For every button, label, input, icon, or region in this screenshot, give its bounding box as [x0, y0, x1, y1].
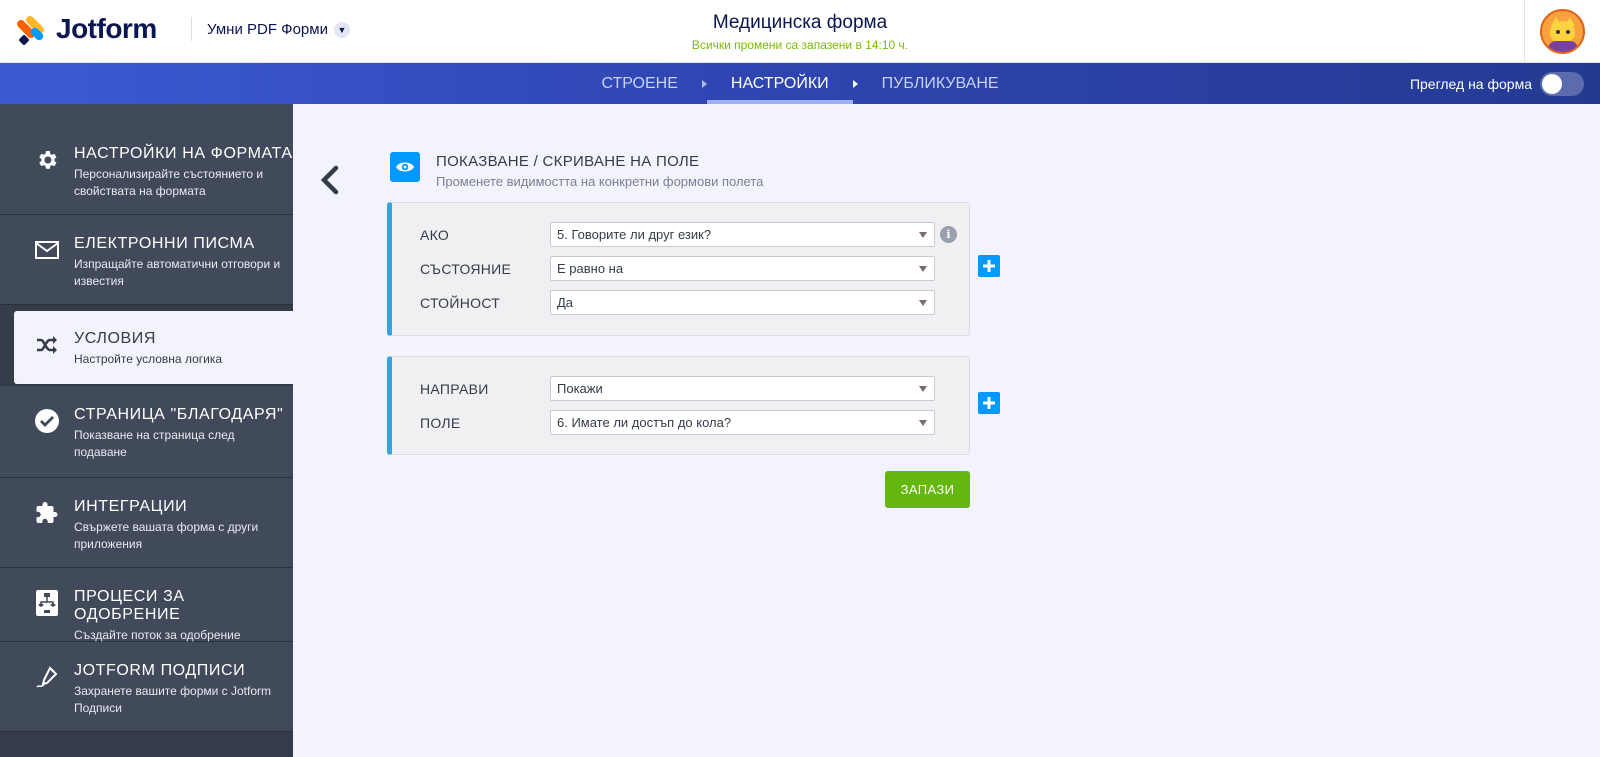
info-icon[interactable]: i — [940, 226, 957, 243]
sidebar-item-title: ЕЛЕКТРОННИ ПИСМА — [74, 235, 255, 252]
caret-down-icon — [919, 266, 927, 272]
value-value: Да — [557, 295, 574, 310]
if-field-select[interactable]: 5. Говорите ли друг език? — [550, 222, 935, 247]
add-condition-button[interactable] — [978, 255, 1000, 277]
sidebar-item-desc: Захранете вашите форми с Jotform Подписи — [74, 684, 272, 715]
sidebar-item-desc: Изпращайте автоматични отговори и извест… — [74, 257, 281, 288]
do-row: НАПРАВИ Покажи — [420, 376, 935, 401]
add-action-button[interactable] — [978, 392, 1000, 414]
sidebar-item-desc: Свържете вашата форма с други приложения — [74, 520, 259, 551]
do-label: НАПРАВИ — [420, 380, 489, 397]
condition-title: ПОКАЗВАНЕ / СКРИВАНЕ НА ПОЛЕ — [436, 153, 700, 170]
condition-desc: Променете видимостта на конкретни формов… — [436, 174, 764, 189]
sidebar-item-conditions[interactable]: УСЛОВИЯ Настройте условна логика — [14, 311, 293, 384]
if-row: АКО 5. Говорите ли друг език? — [420, 222, 935, 247]
if-label: АКО — [420, 226, 450, 243]
check-circle-icon — [32, 406, 62, 436]
state-label: СЪСТОЯНИЕ — [420, 260, 512, 277]
save-button[interactable]: ЗАПАЗИ — [885, 471, 970, 508]
sidebar-item-jotform-sign[interactable]: JOTFORM ПОДПИСИ Захранете вашите форми с… — [0, 642, 293, 732]
value-row: СТОЙНОСТ Да — [420, 290, 935, 315]
tab-publish[interactable]: ПУБЛИКУВАНЕ — [858, 63, 1023, 104]
plus-icon — [983, 260, 995, 272]
puzzle-icon — [32, 498, 62, 528]
target-field-value: 6. Имате ли достъп до кола? — [557, 415, 732, 430]
sidebar-item-approval-flows[interactable]: ПРОЦЕСИ ЗА ОДОБРЕНИЕ Създайте поток за о… — [0, 568, 293, 642]
envelope-icon — [32, 235, 62, 265]
state-row: СЪСТОЯНИЕ Е равно на — [420, 256, 935, 281]
do-action-value: Покажи — [557, 381, 603, 396]
do-action-select[interactable]: Покажи — [550, 376, 935, 401]
caret-down-icon — [919, 300, 927, 306]
state-select[interactable]: Е равно на — [550, 256, 935, 281]
avatar[interactable] — [1540, 9, 1585, 54]
do-block: НАПРАВИ Покажи ПОЛЕ 6. Имате ли достъп д… — [387, 356, 970, 455]
sidebar-item-title: JOTFORM ПОДПИСИ — [74, 662, 246, 679]
pen-icon — [32, 662, 62, 692]
gear-icon — [32, 145, 62, 175]
sidebar-item-title: ИНТЕГРАЦИИ — [74, 498, 188, 515]
preview-switch[interactable] — [1540, 72, 1584, 96]
state-value: Е равно на — [557, 261, 624, 276]
settings-sidebar: НАСТРОЙКИ НА ФОРМАТА Персонализирайте съ… — [0, 104, 293, 757]
value-label: СТОЙНОСТ — [420, 294, 501, 311]
condition-header: ПОКАЗВАНЕ / СКРИВАНЕ НА ПОЛЕ Променете в… — [390, 152, 763, 189]
sidebar-item-title: УСЛОВИЯ — [74, 330, 157, 347]
value-select[interactable]: Да — [550, 290, 935, 315]
sidebar-item-emails[interactable]: ЕЛЕКТРОННИ ПИСМА Изпращайте автоматични … — [0, 215, 293, 305]
field-label: ПОЛЕ — [420, 414, 461, 431]
sidebar-item-title: ПРОЦЕСИ ЗА ОДОБРЕНИЕ — [74, 588, 185, 623]
sidebar-item-thank-you-page[interactable]: СТРАНИЦА "БЛАГОДАРЯ" Показване на страни… — [0, 386, 293, 478]
preview-label: Преглед на форма — [1409, 76, 1532, 92]
save-status: Всички промени са запазени в 14:10 ч. — [691, 38, 909, 52]
sidebar-item-integrations[interactable]: ИНТЕГРАЦИИ Свържете вашата форма с други… — [0, 478, 293, 568]
top-header: Jotform Умни PDF Форми ▼ Медицинска форм… — [0, 0, 1600, 63]
caret-down-icon — [919, 386, 927, 392]
sidebar-item-title: СТРАНИЦА "БЛАГОДАРЯ" — [74, 406, 284, 423]
if-block: АКО 5. Говорите ли друг език? СЪСТОЯНИЕ … — [387, 202, 970, 336]
if-field-value: 5. Говорите ли друг език? — [557, 227, 712, 242]
tab-build[interactable]: СТРОЕНЕ — [577, 63, 701, 104]
sidebar-item-desc: Показване на страница след подаване — [74, 428, 235, 459]
builder-navbar: СТРОЕНЕ НАСТРОЙКИ ПУБЛИКУВАНЕ Преглед на… — [0, 63, 1600, 104]
plus-icon — [983, 397, 995, 409]
user-menu[interactable] — [1524, 0, 1600, 63]
caret-down-icon — [919, 420, 927, 426]
sidebar-item-desc: Настройте условна логика — [74, 352, 223, 366]
back-button[interactable] — [316, 160, 344, 200]
field-row: ПОЛЕ 6. Имате ли достъп до кола? — [420, 410, 935, 435]
sidebar-item-desc: Персонализирайте състоянието и свойстват… — [74, 167, 264, 198]
shuffle-icon — [32, 330, 62, 360]
form-title[interactable]: Медицинска форма — [0, 12, 1600, 34]
nav-steps: СТРОЕНЕ НАСТРОЙКИ ПУБЛИКУВАНЕ — [0, 63, 1600, 104]
target-field-select[interactable]: 6. Имате ли достъп до кола? — [550, 410, 935, 435]
sidebar-item-form-settings[interactable]: НАСТРОЙКИ НА ФОРМАТА Персонализирайте съ… — [0, 104, 293, 215]
caret-down-icon — [919, 232, 927, 238]
flowchart-icon — [32, 588, 62, 618]
tab-settings[interactable]: НАСТРОЙКИ — [706, 63, 853, 104]
chevron-left-icon — [320, 165, 339, 195]
eye-icon — [390, 152, 420, 182]
sidebar-item-title: НАСТРОЙКИ НА ФОРМАТА — [74, 145, 293, 162]
form-preview-toggle[interactable]: Преглед на форма — [1410, 72, 1584, 96]
